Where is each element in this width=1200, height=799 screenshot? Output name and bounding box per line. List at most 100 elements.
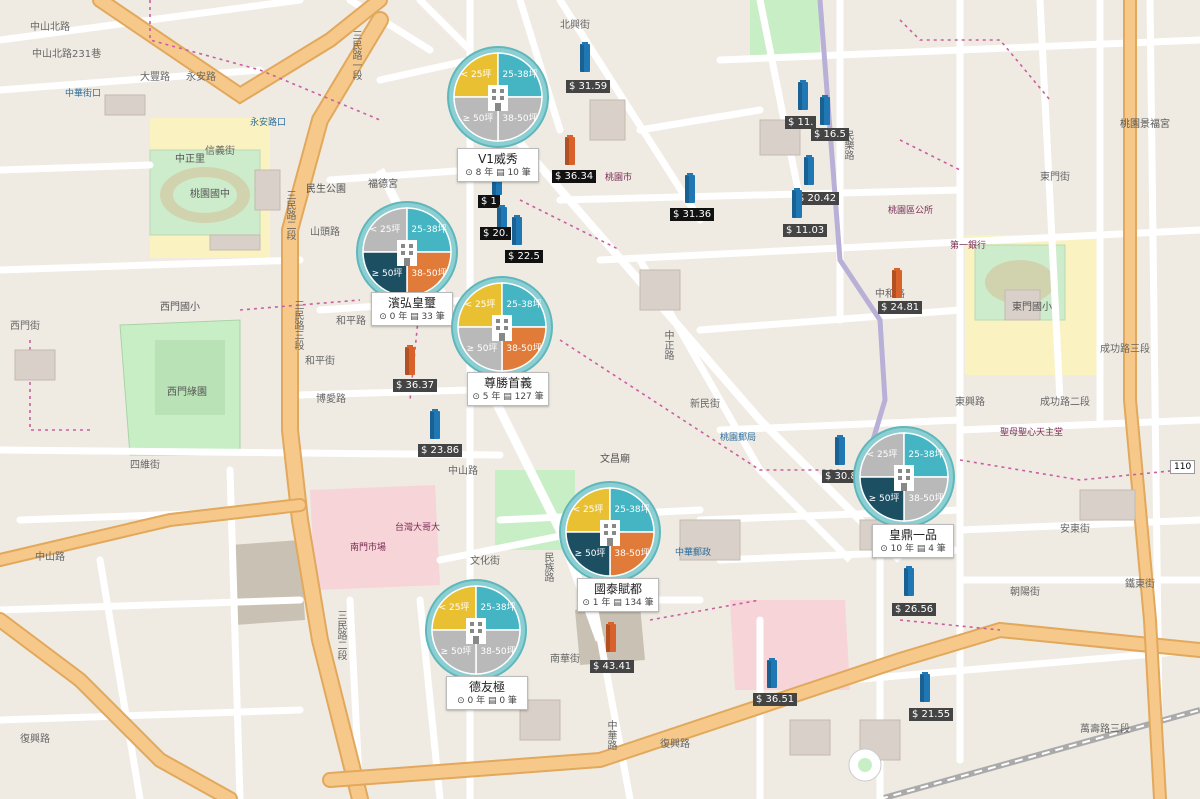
building-marker-icon[interactable] (790, 188, 804, 220)
poi-label: 民生公園 (306, 184, 346, 195)
price-tag[interactable]: $ 23.86 (418, 444, 463, 457)
price-tag[interactable]: $ 31.36 (670, 208, 715, 221)
poi-label: 聖母聖心天主堂 (1000, 428, 1064, 438)
price-tag[interactable]: $ 22.5 (505, 250, 543, 263)
building-icon (488, 85, 508, 111)
price-tag[interactable]: $ 36.51 (753, 693, 798, 706)
road-label: 博愛路 (316, 394, 346, 405)
road-label: 成功路二段 (1040, 397, 1090, 408)
building-marker-icon[interactable] (802, 155, 816, 187)
cluster-pie[interactable]: < 25坪 25-38坪 ≥ 50坪 38-50坪 (355, 200, 459, 304)
road-label: 復興路 (20, 734, 50, 745)
clock-icon: ⊙ (457, 696, 465, 706)
road-label: 東興路 (955, 397, 985, 408)
road-label: 中山路 (35, 552, 65, 563)
road-label: 復興路 (660, 739, 690, 750)
price-tag[interactable]: $ 20. (480, 227, 512, 240)
poi-label: 永安路口 (250, 118, 287, 128)
pie-label-q-tl: < 25坪 (461, 69, 492, 80)
clock-icon: ⊙ (582, 598, 590, 608)
clock-icon: ⊙ (379, 312, 387, 322)
cluster-card[interactable]: V1威秀 ⊙ 8 年 ▤ 10 筆 (457, 148, 539, 182)
poi-label: 桃園景福宮 (1120, 119, 1170, 130)
building-marker-icon[interactable] (683, 173, 697, 205)
poi-label: 桃園郵局 (720, 433, 757, 443)
road-label: 北興街 (560, 20, 590, 31)
cluster-count: 134 筆 (621, 598, 654, 608)
building-marker-icon[interactable] (890, 268, 904, 300)
road-label: 三民路一段 (350, 30, 361, 80)
building-marker-icon[interactable] (765, 658, 779, 690)
price-tag[interactable]: $ 43.41 (590, 660, 635, 673)
poi-label: 第一銀行 (950, 241, 987, 251)
clock-icon: ⊙ (465, 168, 473, 178)
building-marker-icon[interactable] (510, 215, 524, 247)
cluster-meta: ⊙ 5 年 ▤ 127 筆 (468, 391, 548, 403)
cluster-pie[interactable]: < 25坪 25-38坪 ≥ 50坪 38-50坪 (450, 275, 554, 379)
cluster-pie[interactable]: < 25坪 25-38坪 ≥ 50坪 38-50坪 (446, 45, 550, 149)
cluster-count: 127 筆 (511, 392, 544, 402)
pie-label-q-tr: 25-38坪 (411, 224, 446, 235)
cluster-pie[interactable]: < 25坪 25-38坪 ≥ 50坪 38-50坪 (424, 578, 528, 682)
poi-label: 西門國小 (160, 302, 200, 313)
poi-label: 中華郵政 (675, 548, 712, 558)
building-marker-icon[interactable] (918, 672, 932, 704)
cluster-card[interactable]: 皇鼎一品 ⊙ 10 年 ▤ 4 筆 (872, 524, 954, 558)
building-marker-icon[interactable] (902, 566, 916, 598)
cluster-pie[interactable]: < 25坪 25-38坪 ≥ 50坪 38-50坪 (558, 480, 662, 584)
pie-label-q-bl: ≥ 50坪 (467, 343, 498, 354)
pie-label-q-br: 38-50坪 (614, 548, 649, 559)
road-label: 中正路 (662, 330, 673, 360)
building-marker-icon[interactable] (428, 409, 442, 441)
price-tag[interactable]: $ 24.81 (878, 301, 923, 314)
price-tag[interactable]: $ 36.37 (393, 379, 438, 392)
price-tag[interactable]: $ 31.59 (566, 80, 611, 93)
pie-label-q-tr: 25-38坪 (908, 449, 943, 460)
road-label: 大豐路 (140, 72, 170, 83)
cluster-count: 10 筆 (504, 168, 531, 178)
building-marker-icon[interactable] (796, 80, 810, 112)
road-label: 和平路 (336, 316, 366, 327)
poi-label: 南門市場 (350, 543, 387, 553)
cluster-years: 8 年 (472, 168, 497, 178)
road-label: 安東街 (1060, 524, 1090, 535)
building-marker-icon[interactable] (563, 135, 577, 167)
price-tag[interactable]: $ 16.5 (811, 128, 849, 141)
road-label: 東門街 (1040, 172, 1070, 183)
pie-label-q-bl: ≥ 50坪 (441, 646, 472, 657)
road-label: 三民路三段 (292, 300, 303, 350)
price-tag[interactable]: $ 26.56 (892, 603, 937, 616)
building-marker-icon[interactable] (818, 95, 832, 127)
road-label: 成功路三段 (1100, 344, 1150, 355)
building-marker-icon[interactable] (604, 622, 618, 654)
poi-label: 文昌廟 (600, 454, 630, 465)
road-label: 中華路 (605, 720, 616, 750)
cluster-card[interactable]: 國泰賦都 ⊙ 1 年 ▤ 134 筆 (577, 578, 659, 612)
map-view[interactable]: 中山北路231巷 中山北路 大豐路 永安路 永安路口 信義街 三民路一段 三民路… (0, 0, 1200, 799)
road-label: 中山北路231巷 (32, 49, 102, 60)
pie-label-q-tr: 25-38坪 (506, 299, 541, 310)
pie-label-q-bl: ≥ 50坪 (575, 548, 606, 559)
building-marker-icon[interactable] (578, 42, 592, 74)
cluster-count: 4 筆 (925, 544, 946, 554)
cluster-card[interactable]: 德友極 ⊙ 0 年 ▤ 0 筆 (446, 676, 528, 710)
document-icon: ▤ (410, 312, 419, 322)
cluster-card[interactable]: 尊勝首義 ⊙ 5 年 ▤ 127 筆 (467, 372, 549, 406)
cluster-pie[interactable]: < 25坪 25-38坪 ≥ 50坪 38-50坪 (852, 425, 956, 529)
cluster-card[interactable]: 濱弘皇璽 ⊙ 0 年 ▤ 33 筆 (371, 292, 453, 326)
price-tag[interactable]: $ 36.34 (552, 170, 597, 183)
pie-label-q-br: 38-50坪 (411, 268, 446, 279)
building-marker-icon[interactable] (833, 435, 847, 467)
building-marker-icon[interactable] (403, 345, 417, 377)
pie-label-q-br: 38-50坪 (506, 343, 541, 354)
pie-label-q-bl: ≥ 50坪 (372, 268, 403, 279)
cluster-name: 德友極 (468, 680, 505, 694)
document-icon: ▤ (613, 598, 622, 608)
road-label: 新民街 (690, 399, 720, 410)
price-tag[interactable]: $ 21.55 (909, 708, 954, 721)
poi-label: 桃園市 (605, 173, 633, 183)
price-tag[interactable]: $ 11.03 (783, 224, 828, 237)
cluster-meta: ⊙ 10 年 ▤ 4 筆 (873, 543, 953, 555)
poi-label: 台灣大哥大 (395, 523, 441, 533)
poi-label: 中正里 (175, 154, 205, 165)
